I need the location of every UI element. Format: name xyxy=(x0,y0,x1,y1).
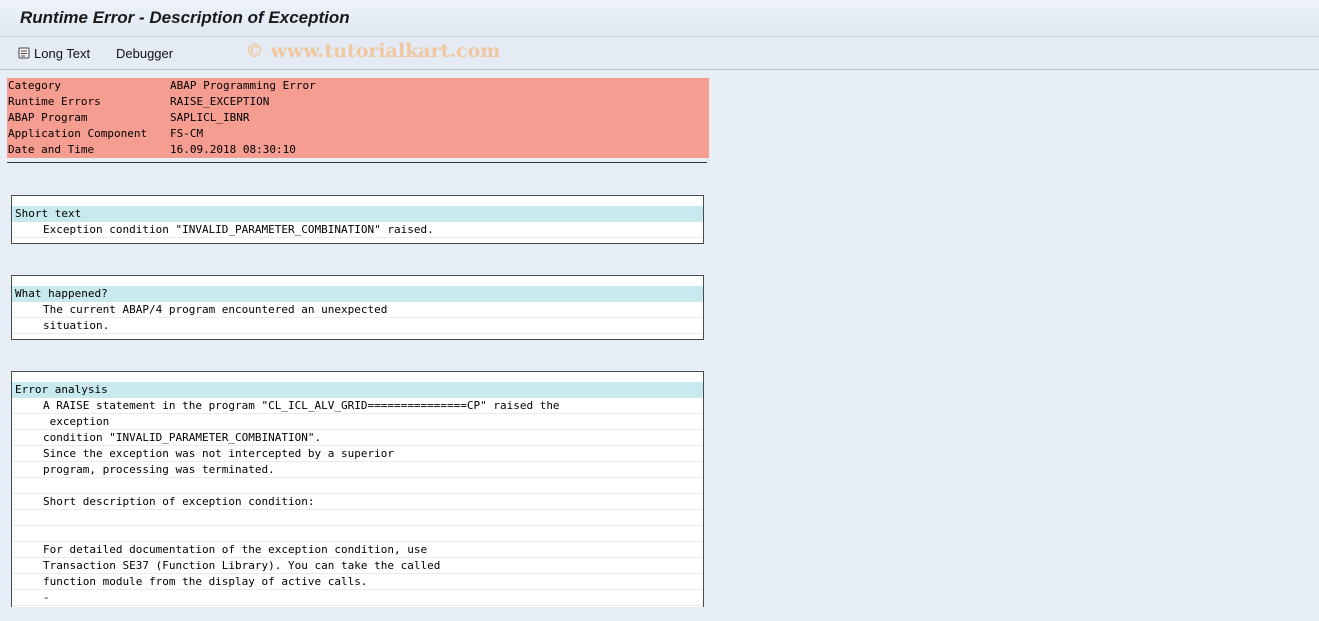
title-bar: Runtime Error - Description of Exception xyxy=(0,0,1319,37)
text-line xyxy=(12,478,703,494)
header-key: Date and Time xyxy=(8,143,95,156)
long-text-label: Long Text xyxy=(34,45,91,61)
text-line: situation. xyxy=(12,318,703,334)
section-heading: Error analysis xyxy=(12,382,703,398)
header-key: Application Component xyxy=(8,127,148,140)
header-row: Date and Time 16.09.2018 08:30:10 xyxy=(7,142,709,158)
debugger-button[interactable]: Debugger xyxy=(116,45,173,61)
text-line: function module from the display of acti… xyxy=(12,574,703,590)
text-line: Exception condition "INVALID_PARAMETER_C… xyxy=(12,222,703,238)
header-row: Application Component FS-CM xyxy=(7,126,709,142)
text-line: Short description of exception condition… xyxy=(12,494,703,510)
text-line: program, processing was terminated. xyxy=(12,462,703,478)
section-heading: What happened? xyxy=(12,286,703,302)
short-text-section: Short text Exception condition "INVALID_… xyxy=(11,195,704,244)
text-line: - xyxy=(12,590,703,606)
text-line: For detailed documentation of the except… xyxy=(12,542,703,558)
text-line: exception xyxy=(12,414,703,430)
text-line: The current ABAP/4 program encountered a… xyxy=(12,302,703,318)
header-row: ABAP Program SAPLICL_IBNR xyxy=(7,110,709,126)
header-value: SAPLICL_IBNR xyxy=(170,111,250,124)
header-row: Category ABAP Programming Error xyxy=(7,78,709,94)
page-title: Runtime Error - Description of Exception xyxy=(20,8,350,27)
header-value: ABAP Programming Error xyxy=(170,79,316,92)
text-line: A RAISE statement in the program "CL_ICL… xyxy=(12,398,703,414)
header-divider xyxy=(7,162,707,163)
header-row: Runtime Errors RAISE_EXCEPTION xyxy=(7,94,709,110)
text-line: Transaction SE37 (Function Library). You… xyxy=(12,558,703,574)
header-value: RAISE_EXCEPTION xyxy=(170,95,270,108)
text-line: condition "INVALID_PARAMETER_COMBINATION… xyxy=(12,430,703,446)
scroll-document-icon xyxy=(18,47,30,59)
debugger-label: Debugger xyxy=(116,45,174,61)
header-key: Category xyxy=(8,79,61,92)
watermark: © www.tutorialkart.com xyxy=(245,40,501,62)
text-line xyxy=(12,510,703,526)
error-analysis-section: Error analysis A RAISE statement in the … xyxy=(11,371,704,607)
section-heading: Short text xyxy=(12,206,703,222)
header-key: ABAP Program xyxy=(8,111,88,124)
header-key: Runtime Errors xyxy=(8,95,101,108)
header-value: 16.09.2018 08:30:10 xyxy=(170,143,296,156)
application-toolbar: Long Text Debugger © www.tutorialkart.co… xyxy=(0,37,1319,70)
what-happened-section: What happened? The current ABAP/4 progra… xyxy=(11,275,704,340)
text-line xyxy=(12,526,703,542)
header-value: FS-CM xyxy=(170,127,204,140)
error-header-table: Category ABAP Programming Error Runtime Er… xyxy=(7,78,709,158)
text-line: Since the exception was not intercepted … xyxy=(12,446,703,462)
long-text-button[interactable]: Long Text xyxy=(17,45,90,61)
